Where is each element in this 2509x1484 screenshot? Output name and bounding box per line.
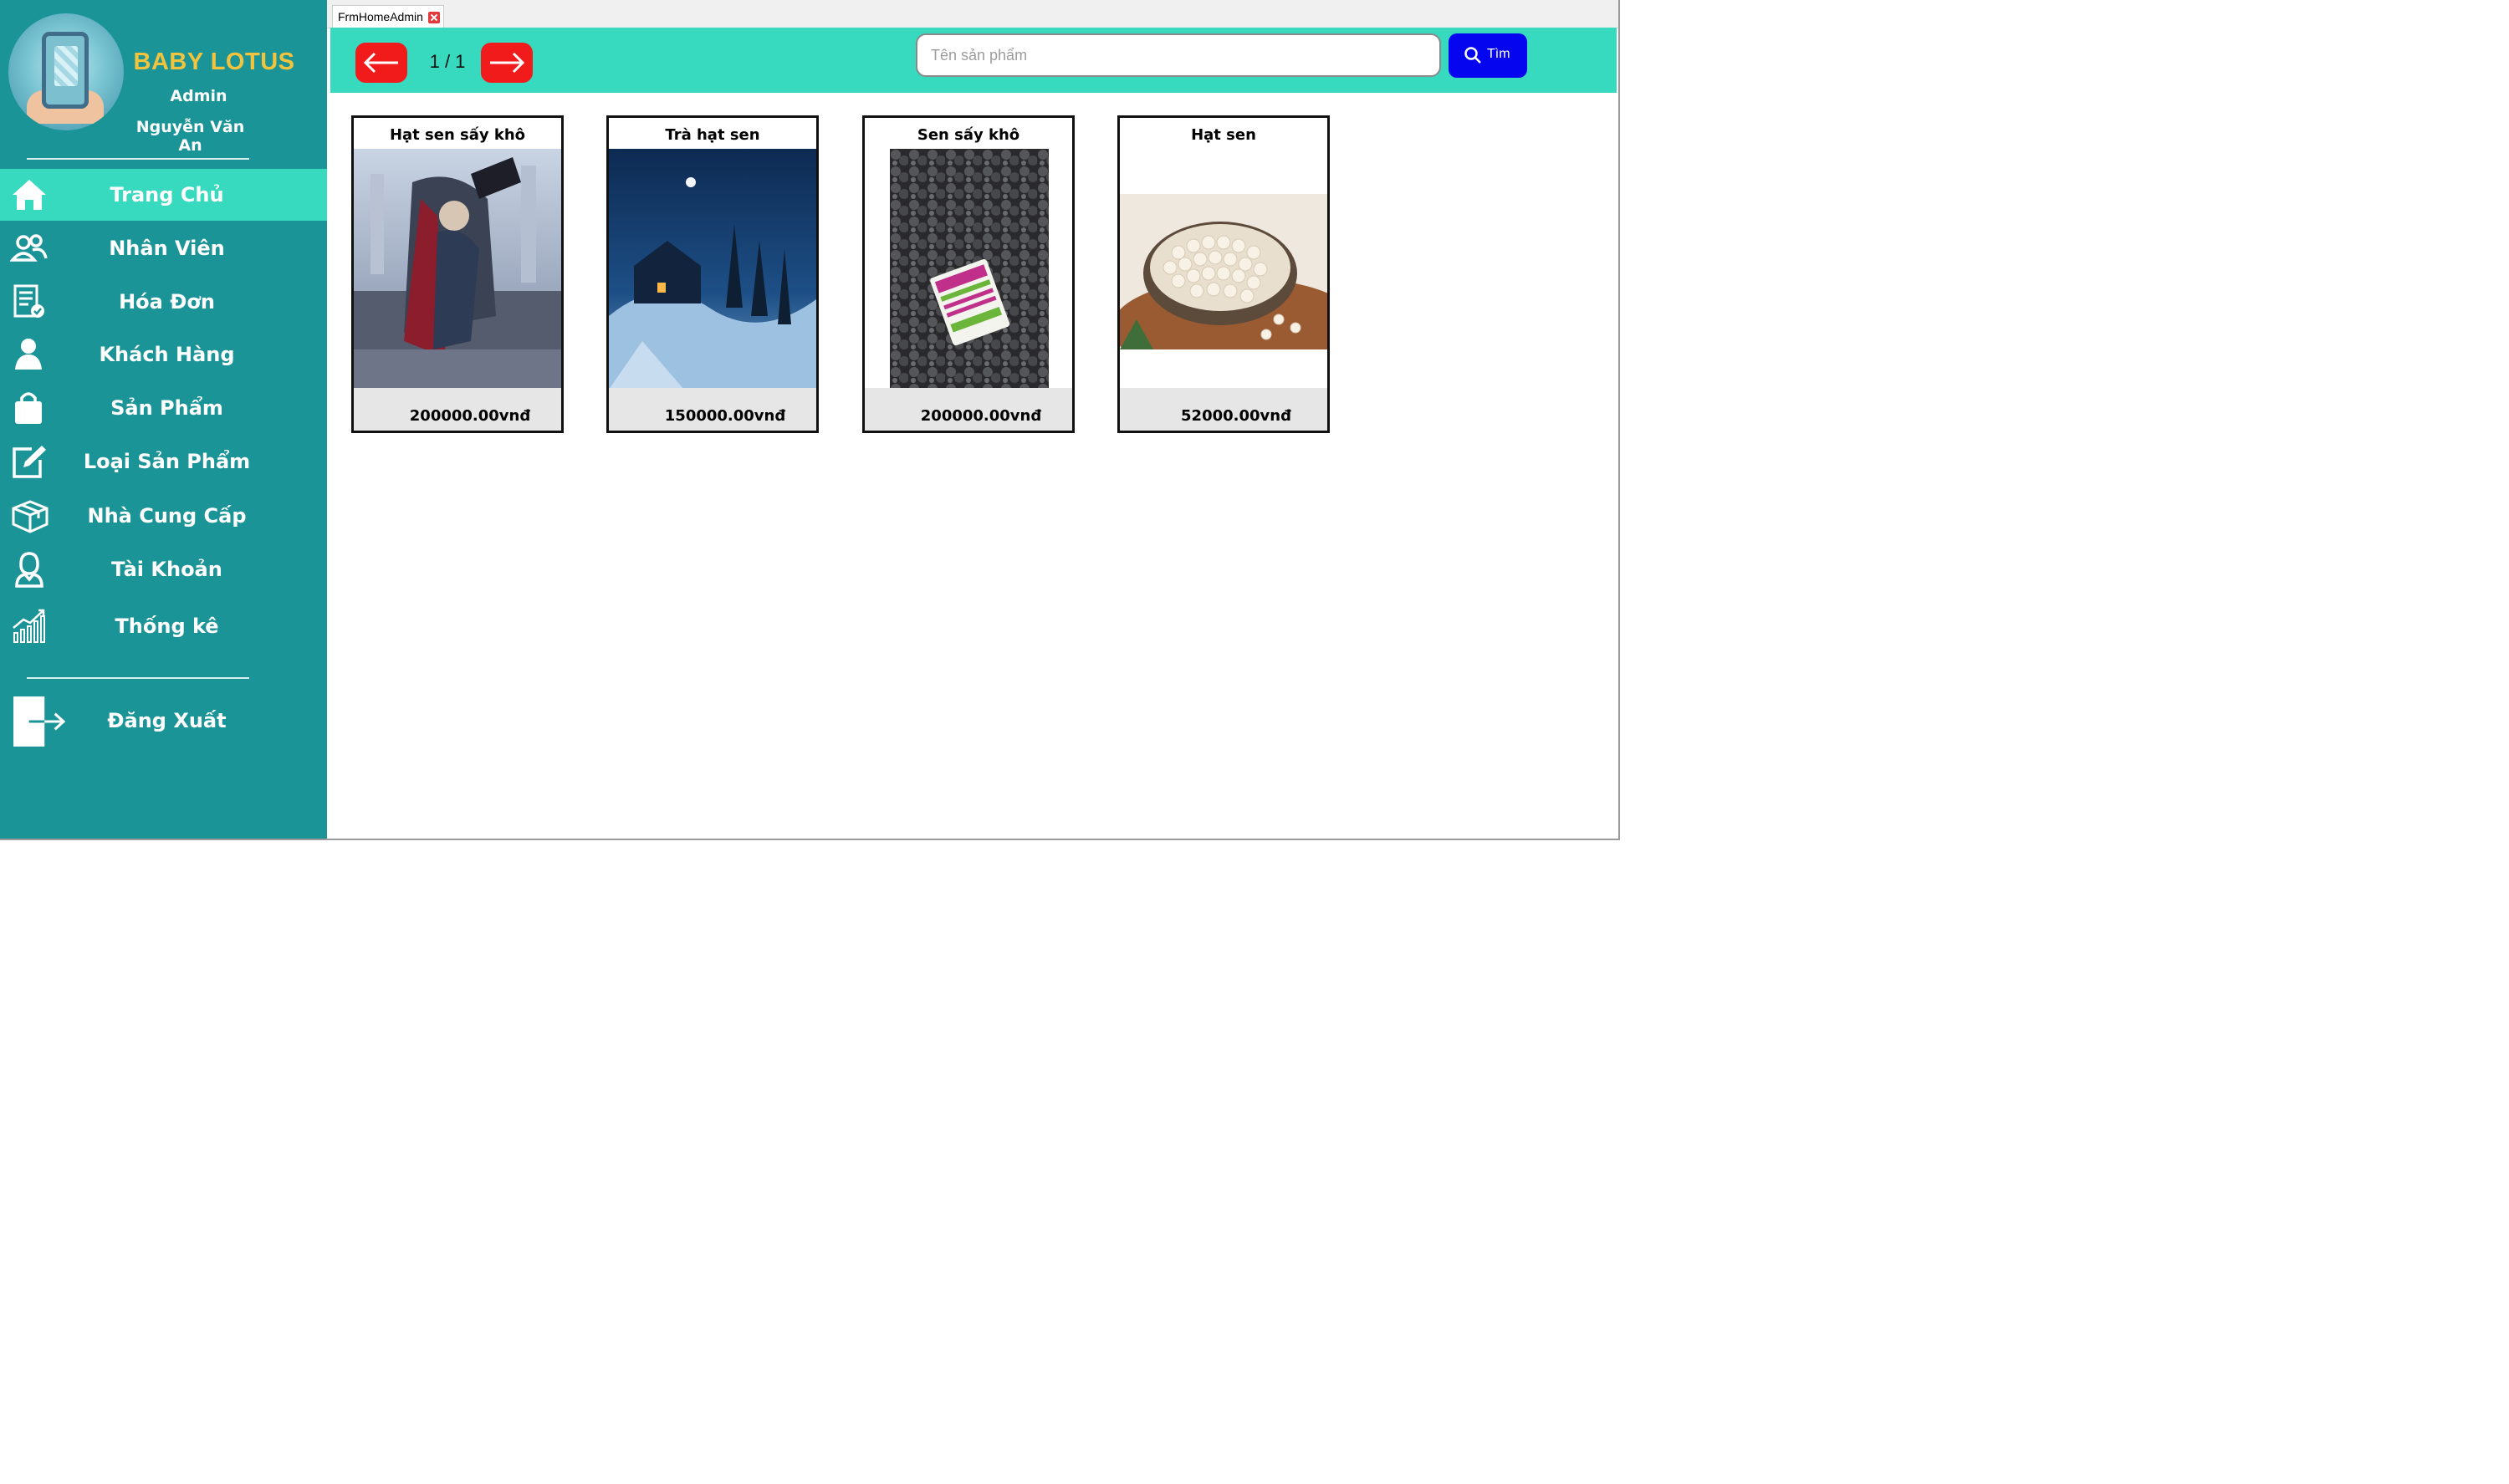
sidebar-item-tai-khoan[interactable]: Tài Khoản: [0, 543, 327, 595]
previous-page-button[interactable]: [355, 43, 407, 83]
logout-label: Đăng Xuất: [107, 709, 227, 732]
account-icon: [15, 552, 43, 588]
product-card[interactable]: Trà hạt sen 150000.00vnđ: [606, 115, 819, 433]
product-price: 200000.00vnđ: [920, 407, 1042, 425]
close-icon[interactable]: [427, 12, 440, 23]
product-name: Hạt sen: [1191, 126, 1256, 144]
product-image: [890, 149, 1049, 390]
sidebar-item-label: Trang Chủ: [110, 183, 224, 207]
user-name: Nguyễn Văn An: [135, 118, 245, 155]
product-name: Sen sấy khô: [917, 126, 1020, 144]
product-image: [354, 149, 561, 390]
sidebar-item-label: Thống kê: [115, 615, 219, 638]
product-price: 150000.00vnđ: [664, 407, 786, 425]
sidebar-item-hoa-don[interactable]: Hóa Đơn: [0, 276, 327, 328]
tab-bar: FrmHomeAdmin: [327, 0, 1618, 28]
sidebar-item-trang-chu[interactable]: Trang Chủ: [0, 169, 327, 221]
invoice-icon: [13, 284, 44, 318]
sidebar-item-loai-san-pham[interactable]: Loại Sản Phẩm: [0, 436, 327, 487]
sidebar-item-nha-cung-cap[interactable]: Nhà Cung Cấp: [0, 490, 327, 542]
app-window: BABY LOTUS Admin Nguyễn Văn An Trang Chủ…: [0, 0, 1620, 840]
brand-name: BABY LOTUS: [133, 48, 295, 75]
sidebar-item-label: Khách Hàng: [99, 343, 235, 366]
sidebar-item-label: Tài Khoản: [111, 558, 222, 581]
tab-title: FrmHomeAdmin: [338, 10, 423, 23]
users-icon: [10, 234, 48, 262]
sidebar-item-label: Sản Phẩm: [110, 396, 223, 420]
product-card[interactable]: Hạt sen 52000.00vnđ: [1117, 115, 1330, 433]
divider: [27, 158, 249, 160]
logo: [8, 13, 124, 130]
search-input[interactable]: [916, 33, 1441, 77]
user-role: Admin: [170, 87, 227, 105]
product-price: 200000.00vnđ: [409, 407, 531, 425]
tab-frmhomeadmin[interactable]: FrmHomeAdmin: [332, 5, 444, 28]
product-price: 52000.00vnđ: [1181, 407, 1291, 425]
sidebar-item-nhan-vien[interactable]: Nhân Viên: [0, 222, 327, 274]
sidebar-item-san-pham[interactable]: Sản Phẩm: [0, 382, 327, 434]
divider: [27, 677, 249, 679]
search-button-label: Tìm: [1487, 47, 1510, 61]
search-icon: [1464, 47, 1481, 64]
sidebar-item-label: Loại Sản Phẩm: [83, 450, 251, 473]
arrow-left-icon: [363, 52, 398, 74]
page-indicator: 1 / 1: [429, 51, 466, 72]
chart-icon: [13, 609, 45, 643]
shopping-bag-icon: [15, 392, 42, 424]
sidebar-item-thong-ke[interactable]: Thống kê: [0, 600, 327, 652]
home-icon: [13, 180, 46, 210]
edit-icon: [13, 446, 46, 478]
next-page-button[interactable]: [481, 43, 533, 83]
sidebar-item-label: Nhân Viên: [109, 237, 225, 260]
sidebar-item-label: Hóa Đơn: [119, 290, 215, 314]
product-image: [609, 149, 816, 390]
product-name: Hạt sen sấy khô: [389, 126, 526, 144]
product-card[interactable]: Hạt sen sấy khô 200000.00vnđ: [351, 115, 564, 433]
toolbar: 1 / 1 Tìm: [330, 28, 1617, 93]
arrow-right-icon: [490, 52, 525, 74]
sidebar-item-label: Nhà Cung Cấp: [87, 504, 247, 528]
sidebar: BABY LOTUS Admin Nguyễn Văn An Trang Chủ…: [0, 0, 327, 839]
logout-button[interactable]: Đăng Xuất: [0, 691, 327, 751]
sidebar-item-khach-hang[interactable]: Khách Hàng: [0, 329, 327, 380]
product-name: Trà hạt sen: [665, 126, 760, 144]
search-button[interactable]: Tìm: [1449, 33, 1527, 78]
box-icon: [12, 500, 49, 533]
customer-icon: [15, 339, 42, 370]
product-image: [1120, 194, 1327, 349]
product-card[interactable]: Sen sấy khô 200000.00vnđ: [862, 115, 1075, 433]
